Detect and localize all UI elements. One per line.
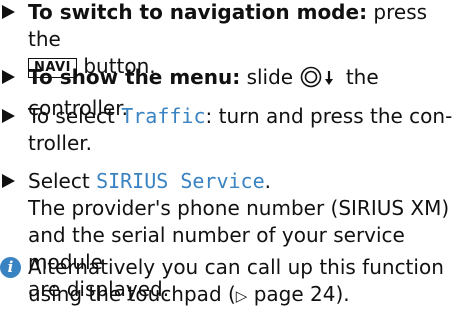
page-reference-arrow-icon: ▷ xyxy=(235,287,248,305)
note-text: Alternatively you can call up this funct… xyxy=(28,255,444,279)
step-select-traffic: To select Traffic: turn and press the co… xyxy=(0,103,458,157)
menu-item-traffic: Traffic xyxy=(121,104,206,128)
note-page-ref: page 24). xyxy=(247,282,350,306)
step-text: Select xyxy=(28,169,97,193)
menu-item-sirius-service: SIRIUS Service xyxy=(96,169,265,193)
step-text: troller. xyxy=(28,131,93,155)
controller-slide-down-icon xyxy=(300,66,338,95)
note-text: using the touchpad ( xyxy=(28,282,236,306)
bullet-arrow-icon xyxy=(2,109,15,123)
step-text: . xyxy=(264,169,271,193)
result-line: The provider's phone number (SIRIUS XM) xyxy=(28,196,450,220)
info-icon: i xyxy=(0,257,21,278)
step-text: To select xyxy=(28,104,122,128)
step-lead: To switch to navigation mode: xyxy=(28,0,368,24)
step-text: : turn and press the con- xyxy=(205,104,453,128)
step-lead: To show the menu: xyxy=(28,65,241,89)
bullet-arrow-icon xyxy=(2,5,15,19)
step-text: slide xyxy=(240,65,300,89)
info-note: i Alternatively you can call up this fun… xyxy=(0,254,458,310)
bullet-arrow-icon xyxy=(2,174,15,188)
bullet-arrow-icon xyxy=(2,70,15,84)
instruction-page: To switch to navigation mode: press the … xyxy=(0,0,462,309)
